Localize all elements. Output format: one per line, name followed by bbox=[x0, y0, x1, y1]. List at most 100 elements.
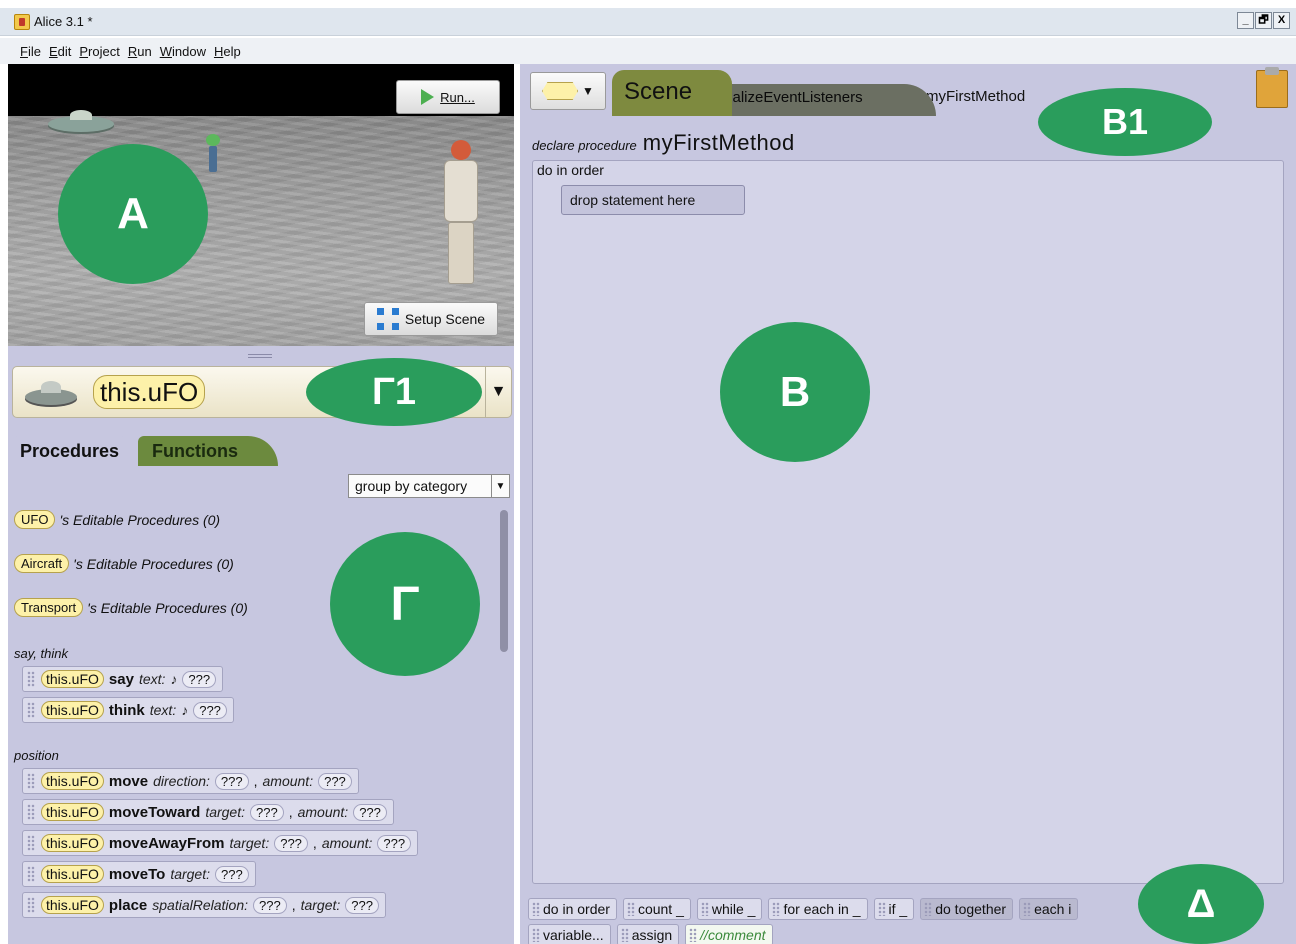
alien-head bbox=[206, 134, 220, 146]
menu-file[interactable]: File bbox=[20, 44, 41, 59]
editable-label: 's Editable Procedures (0) bbox=[87, 599, 248, 616]
menu-help[interactable]: Help bbox=[214, 44, 241, 59]
method-name: moveToward bbox=[108, 803, 201, 821]
ctrl-each-in-together[interactable]: each i bbox=[1019, 898, 1079, 920]
instance-name: this.uFO bbox=[93, 375, 206, 409]
param-value[interactable]: ??? bbox=[214, 772, 249, 790]
group-by-select[interactable]: group by category ▼ bbox=[348, 474, 510, 498]
declare-keyword: declare procedure bbox=[532, 138, 637, 153]
menu-window[interactable]: Window bbox=[160, 44, 206, 59]
category-position: position bbox=[14, 748, 59, 763]
tab-functions[interactable]: Functions bbox=[138, 436, 278, 466]
editable-procedures-aircraft[interactable]: Aircraft 's Editable Procedures (0) bbox=[14, 554, 234, 573]
tab-scene[interactable]: Scene bbox=[612, 70, 732, 116]
menu-project[interactable]: Project bbox=[79, 44, 119, 59]
separator: , bbox=[253, 773, 258, 789]
tab-initialize-event-listeners[interactable]: initializeEventListeners bbox=[700, 84, 936, 116]
type-selector-button[interactable]: ▼ bbox=[530, 72, 606, 110]
param-value[interactable]: ??? bbox=[253, 896, 287, 914]
editable-label: 's Editable Procedures (0) bbox=[73, 555, 234, 572]
statement-think[interactable]: this.uFO think text: ♪ ??? bbox=[22, 697, 234, 723]
alien-model[interactable] bbox=[206, 134, 220, 174]
ctrl-assign[interactable]: assign bbox=[616, 924, 680, 944]
drop-statement-target[interactable]: drop statement here bbox=[561, 185, 745, 215]
param-value[interactable]: ??? bbox=[318, 772, 352, 790]
menu-edit[interactable]: Edit bbox=[49, 44, 71, 59]
marker-b: B bbox=[720, 322, 870, 462]
menu-run[interactable]: Run bbox=[128, 44, 152, 59]
tab-my-first-method[interactable]: myFirstMethod bbox=[916, 82, 1052, 116]
splitter-handle[interactable] bbox=[248, 354, 272, 358]
window-title: Alice 3.1 * bbox=[34, 14, 93, 29]
close-button[interactable]: X bbox=[1273, 12, 1290, 29]
restore-button[interactable]: 🗗 bbox=[1255, 12, 1272, 29]
tab-procedures[interactable]: Procedures bbox=[12, 436, 128, 466]
clipboard-icon[interactable] bbox=[1256, 67, 1288, 108]
astronaut-model[interactable] bbox=[440, 140, 482, 290]
run-button[interactable]: Run... bbox=[396, 80, 500, 114]
setup-scene-button[interactable]: Setup Scene bbox=[364, 302, 498, 336]
method-name: moveTo bbox=[108, 865, 166, 883]
ctrl-for-each-in[interactable]: for each in _ bbox=[768, 898, 868, 920]
param-label: spatialRelation: bbox=[152, 897, 248, 913]
setup-scene-label: Setup Scene bbox=[404, 311, 486, 327]
statement-move-away-from[interactable]: this.uFO moveAwayFrom target: ??? , amou… bbox=[22, 830, 419, 856]
param-value[interactable]: ??? bbox=[377, 834, 412, 852]
astronaut-helmet bbox=[451, 140, 471, 160]
statement-move[interactable]: this.uFO move direction: ??? , amount: ?… bbox=[22, 768, 359, 794]
marker-g1: Γ1 bbox=[306, 358, 482, 426]
param-label: amount: bbox=[297, 804, 349, 820]
ctrl-count[interactable]: count _ bbox=[622, 898, 691, 920]
text-icon: ♪ bbox=[181, 702, 189, 718]
statement-say[interactable]: this.uFO say text: ♪ ??? bbox=[22, 666, 224, 692]
window-controls: _ 🗗 X bbox=[1237, 12, 1290, 29]
object-pill: this.uFO bbox=[41, 803, 104, 821]
statement-move-to[interactable]: this.uFO moveTo target: ??? bbox=[22, 861, 256, 887]
object-pill: this.uFO bbox=[41, 834, 104, 852]
ctrl-comment[interactable]: //comment bbox=[685, 924, 773, 944]
editable-procedures-ufo[interactable]: UFO 's Editable Procedures (0) bbox=[14, 510, 220, 529]
member-tabs: Functions Procedures bbox=[8, 432, 514, 466]
param-value[interactable]: ??? bbox=[250, 803, 284, 821]
param-value[interactable]: ??? bbox=[345, 896, 379, 914]
expand-icon bbox=[376, 308, 399, 330]
editable-procedures-transport[interactable]: Transport 's Editable Procedures (0) bbox=[14, 598, 248, 617]
param-label: target: bbox=[229, 835, 270, 851]
param-value[interactable]: ??? bbox=[182, 670, 217, 688]
procedures-panel: group by category ▼ UFO 's Editable Proc… bbox=[8, 466, 514, 944]
ctrl-if[interactable]: if _ bbox=[873, 898, 915, 920]
ufo-model[interactable] bbox=[48, 110, 114, 132]
statement-move-toward[interactable]: this.uFO moveToward target: ??? , amount… bbox=[22, 799, 394, 825]
separator: , bbox=[312, 835, 317, 851]
minimize-button[interactable]: _ bbox=[1237, 12, 1254, 29]
do-in-order-block[interactable]: do in order drop statement here bbox=[532, 160, 1284, 884]
method-editor: declare procedure myFirstMethod do in or… bbox=[526, 120, 1290, 886]
method-name: place bbox=[108, 896, 148, 914]
param-value[interactable]: ??? bbox=[215, 865, 249, 883]
method-name: move bbox=[108, 772, 149, 790]
ctrl-do-in-order[interactable]: do in order bbox=[528, 898, 617, 920]
statement-place[interactable]: this.uFO place spatialRelation: ??? , ta… bbox=[22, 892, 386, 918]
method-name: moveAwayFrom bbox=[108, 834, 225, 852]
separator: , bbox=[291, 897, 296, 913]
ctrl-variable[interactable]: variable... bbox=[528, 924, 611, 944]
group-by-value: group by category bbox=[355, 478, 468, 494]
ctrl-do-together[interactable]: do together bbox=[920, 898, 1014, 920]
param-value[interactable]: ??? bbox=[274, 834, 308, 852]
java-app-icon bbox=[14, 13, 30, 30]
method-name: say bbox=[108, 670, 134, 688]
code-editor-panel: ▼ myFirstMethod initializeEventListeners… bbox=[520, 64, 1296, 944]
type-pill: Aircraft bbox=[14, 554, 70, 573]
marker-d: Δ bbox=[1138, 864, 1264, 944]
type-pill: Transport bbox=[14, 598, 84, 617]
dropdown-arrow-icon[interactable]: ▼ bbox=[485, 367, 511, 417]
object-pill: this.uFO bbox=[41, 670, 104, 688]
dropdown-arrow-icon[interactable]: ▼ bbox=[491, 475, 509, 497]
param-value[interactable]: ??? bbox=[193, 701, 227, 719]
marker-a: A bbox=[58, 144, 208, 284]
procedures-scrollbar[interactable] bbox=[500, 510, 508, 652]
marker-g: Γ bbox=[330, 532, 480, 676]
alien-body bbox=[209, 146, 217, 172]
ctrl-while[interactable]: while _ bbox=[696, 898, 763, 920]
param-value[interactable]: ??? bbox=[353, 803, 387, 821]
